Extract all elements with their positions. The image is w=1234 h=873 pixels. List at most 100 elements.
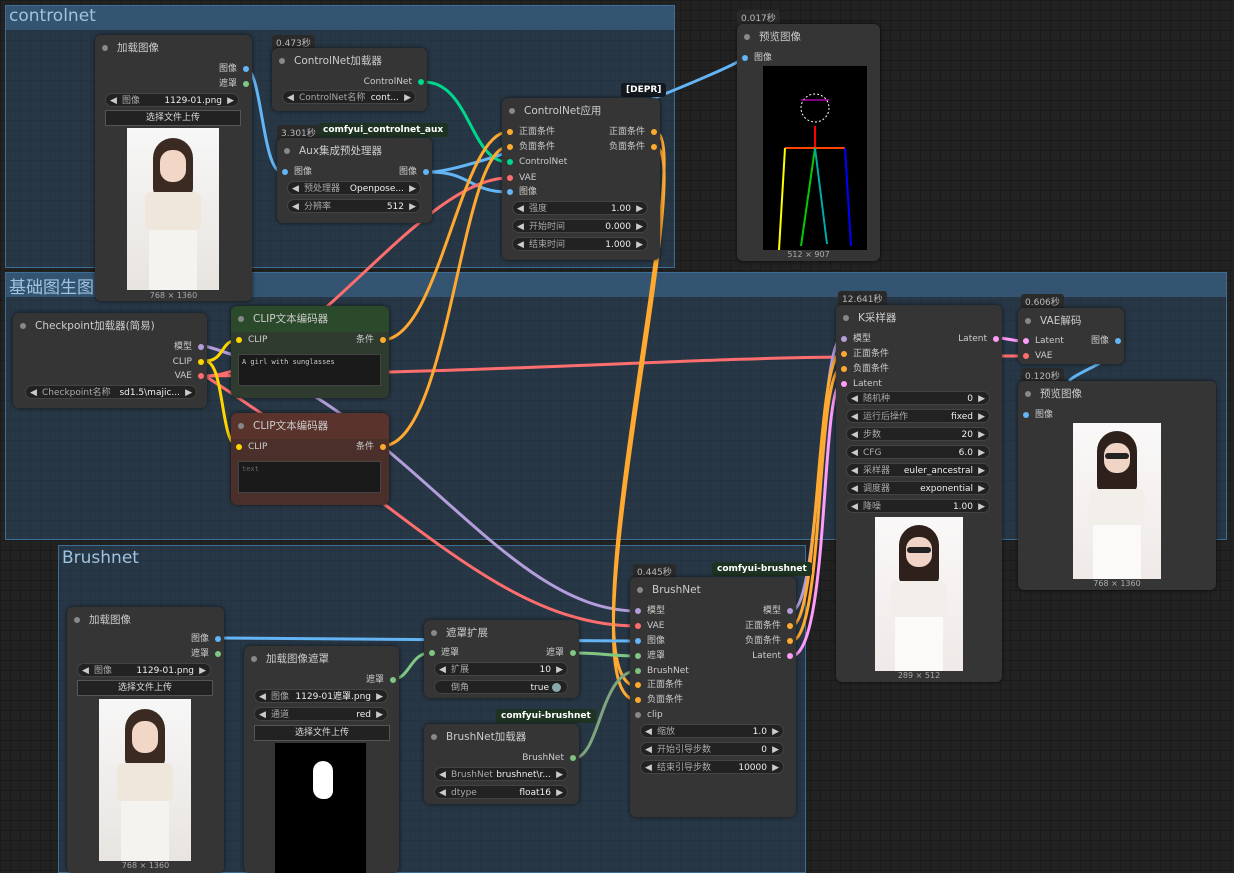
steps-input[interactable]: ◀ 步数 20 ▶: [846, 427, 990, 441]
resolution-input[interactable]: ◀ 分辨率 512 ▶: [287, 199, 421, 213]
output-image[interactable]: 图像: [219, 63, 249, 75]
upload-button[interactable]: 选择文件上传: [105, 110, 241, 126]
input-negative[interactable]: 负面条件: [507, 141, 555, 153]
image-select[interactable]: ◀ 图像 1129-01.png ▶: [105, 93, 239, 107]
load-image-node[interactable]: 加载图像 图像 遮罩 ◀ 图像 1129-01.png ▶ 选择文件上传 768 × …: [67, 607, 224, 873]
output-conditioning[interactable]: 条件: [356, 441, 386, 453]
brushnet-model-select[interactable]: ◀ BrushNet brushnet\r... ▶: [434, 767, 568, 781]
output-model[interactable]: 模型: [763, 605, 793, 617]
strength-input[interactable]: ◀ 强度 1.00 ▶: [512, 201, 648, 215]
input-brushnet[interactable]: BrushNet: [635, 665, 689, 677]
collapse-dot[interactable]: [284, 148, 290, 154]
output-controlnet[interactable]: ControlNet: [364, 76, 424, 88]
collapse-dot[interactable]: [1025, 391, 1031, 397]
collapse-dot[interactable]: [431, 630, 437, 636]
input-positive[interactable]: 正面条件: [635, 679, 683, 691]
vae-decode-node[interactable]: VAE解码 Latent VAE 图像: [1018, 308, 1124, 364]
start-at-input[interactable]: ◀ 开始引导步数 0 ▶: [640, 742, 784, 756]
input-latent[interactable]: Latent: [1023, 335, 1064, 347]
output-image[interactable]: 图像: [1091, 335, 1121, 347]
channel-select[interactable]: ◀ 通道 red ▶: [254, 707, 388, 721]
clip-text-encode-positive-node[interactable]: CLIP文本编码器 CLIP 条件 A girl with sunglasses: [231, 306, 389, 398]
checkpoint-loader-node[interactable]: Checkpoint加载器(简易) 模型 CLIP VAE ◀ Checkpoin…: [13, 313, 207, 408]
collapse-dot[interactable]: [20, 323, 26, 329]
collapse-dot[interactable]: [238, 316, 244, 322]
brushnet-loader-node[interactable]: BrushNet加载器 BrushNet ◀ BrushNet brushnet\r…: [424, 724, 579, 804]
collapse-dot[interactable]: [238, 423, 244, 429]
scale-input[interactable]: ◀ 缩放 1.0 ▶: [640, 724, 784, 738]
seed-input[interactable]: ◀ 随机种 0 ▶: [846, 391, 990, 405]
dtype-select[interactable]: ◀ dtype float16 ▶: [434, 785, 568, 799]
input-mask[interactable]: 遮罩: [429, 647, 459, 659]
scheduler-select[interactable]: ◀ 调度器 exponential ▶: [846, 481, 990, 495]
input-clip[interactable]: clip: [635, 709, 663, 721]
input-image[interactable]: 图像: [282, 166, 312, 178]
end-at-input[interactable]: ◀ 结束引导步数 10000 ▶: [640, 760, 784, 774]
collapse-dot[interactable]: [637, 587, 643, 593]
upload-button[interactable]: 选择文件上传: [254, 725, 390, 741]
aux-preprocessor-node[interactable]: Aux集成预处理器 图像 图像 ◀ 预处理器 Openpose... ▶ ◀ 分辨率 51…: [277, 138, 432, 223]
collapse-dot[interactable]: [1025, 318, 1031, 324]
output-clip[interactable]: CLIP: [173, 356, 204, 368]
tapered-corners-toggle[interactable]: 倒角 true: [434, 680, 568, 694]
collapse-dot[interactable]: [74, 617, 80, 623]
clip-text-encode-negative-node[interactable]: CLIP文本编码器 CLIP 条件 text: [231, 413, 389, 505]
sampler-select[interactable]: ◀ 采样器 euler_ancestral ▶: [846, 463, 990, 477]
input-image[interactable]: 图像: [1023, 409, 1053, 421]
input-vae[interactable]: VAE: [1023, 350, 1052, 362]
start-percent-input[interactable]: ◀ 开始时间 0.000 ▶: [512, 219, 648, 233]
load-image-mask-node[interactable]: 加载图像遮罩 遮罩 ◀ 图像 1129-01遮罩.png ▶ ◀ 通道 red ▶ 选择文件…: [244, 646, 399, 873]
input-image[interactable]: 图像: [742, 52, 772, 64]
input-mask[interactable]: 遮罩: [635, 650, 665, 662]
input-negative[interactable]: 负面条件: [635, 694, 683, 706]
cfg-input[interactable]: ◀ CFG 6.0 ▶: [846, 445, 990, 459]
denoise-input[interactable]: ◀ 降噪 1.00 ▶: [846, 499, 990, 513]
collapse-dot[interactable]: [251, 656, 257, 662]
input-controlnet[interactable]: ControlNet: [507, 156, 567, 168]
controlnet-loader-node[interactable]: ControlNet加载器 ControlNet ◀ ControlNet名称 co…: [272, 48, 427, 111]
input-positive[interactable]: 正面条件: [507, 126, 555, 138]
end-percent-input[interactable]: ◀ 结束时间 1.000 ▶: [512, 237, 648, 251]
ksampler-node[interactable]: K采样器 模型 正面条件 负面条件 Latent Latent ◀ 随机种 0 ▶ ◀…: [836, 305, 1002, 682]
mask-expand-node[interactable]: 遮罩扩展 遮罩 遮罩 ◀ 扩展 10 ▶ 倒角 true: [424, 620, 579, 698]
input-negative[interactable]: 负面条件: [841, 363, 889, 375]
controlnet-apply-node[interactable]: ControlNet应用 正面条件 负面条件 ControlNet VAE 图像…: [502, 98, 660, 260]
load-image-node[interactable]: 加载图像 图像 遮罩 ◀ 图像 1129-01.png ▶ 选择文件上传 768 × …: [95, 35, 252, 301]
output-mask[interactable]: 遮罩: [366, 674, 396, 686]
input-clip[interactable]: CLIP: [236, 334, 267, 346]
output-image[interactable]: 图像: [191, 633, 221, 645]
input-vae[interactable]: VAE: [507, 172, 536, 184]
input-latent[interactable]: Latent: [841, 378, 882, 390]
expand-input[interactable]: ◀ 扩展 10 ▶: [434, 662, 568, 676]
input-model[interactable]: 模型: [841, 333, 871, 345]
collapse-dot[interactable]: [279, 58, 285, 64]
collapse-dot[interactable]: [431, 734, 437, 740]
prompt-textarea[interactable]: A girl with sunglasses: [238, 354, 381, 386]
input-image[interactable]: 图像: [507, 186, 537, 198]
input-clip[interactable]: CLIP: [236, 441, 267, 453]
output-model[interactable]: 模型: [174, 341, 204, 353]
preview-image-node[interactable]: 预览图像 图像 768 × 1360: [1018, 381, 1216, 590]
output-vae[interactable]: VAE: [175, 370, 204, 382]
output-latent[interactable]: Latent: [958, 333, 999, 345]
mask-image-select[interactable]: ◀ 图像 1129-01遮罩.png ▶: [254, 689, 388, 703]
input-model[interactable]: 模型: [635, 605, 665, 617]
preview-image-node[interactable]: 预览图像 图像 512 × 907: [737, 24, 880, 261]
output-positive[interactable]: 正面条件: [745, 620, 793, 632]
checkpoint-name-select[interactable]: ◀ Checkpoint名称 sd1.5\majic... ▶: [25, 385, 197, 399]
brushnet-node[interactable]: BrushNet 模型 VAE 图像 遮罩 BrushNet 正面条件 负面条件…: [630, 577, 796, 817]
collapse-dot[interactable]: [102, 45, 108, 51]
image-select[interactable]: ◀ 图像 1129-01.png ▶: [77, 663, 211, 677]
output-mask[interactable]: 遮罩: [546, 647, 576, 659]
output-negative[interactable]: 负面条件: [745, 635, 793, 647]
input-positive[interactable]: 正面条件: [841, 348, 889, 360]
prompt-textarea[interactable]: text: [238, 461, 381, 493]
controlnet-name-select[interactable]: ◀ ControlNet名称 cont... ▶: [282, 90, 416, 104]
control-after-generate-select[interactable]: ◀ 运行后操作 fixed ▶: [846, 409, 990, 423]
output-latent[interactable]: Latent: [752, 650, 793, 662]
upload-button[interactable]: 选择文件上传: [77, 680, 213, 696]
output-mask[interactable]: 遮罩: [191, 648, 221, 660]
output-conditioning[interactable]: 条件: [356, 334, 386, 346]
preprocessor-select[interactable]: ◀ 预处理器 Openpose... ▶: [287, 181, 421, 195]
collapse-dot[interactable]: [744, 34, 750, 40]
